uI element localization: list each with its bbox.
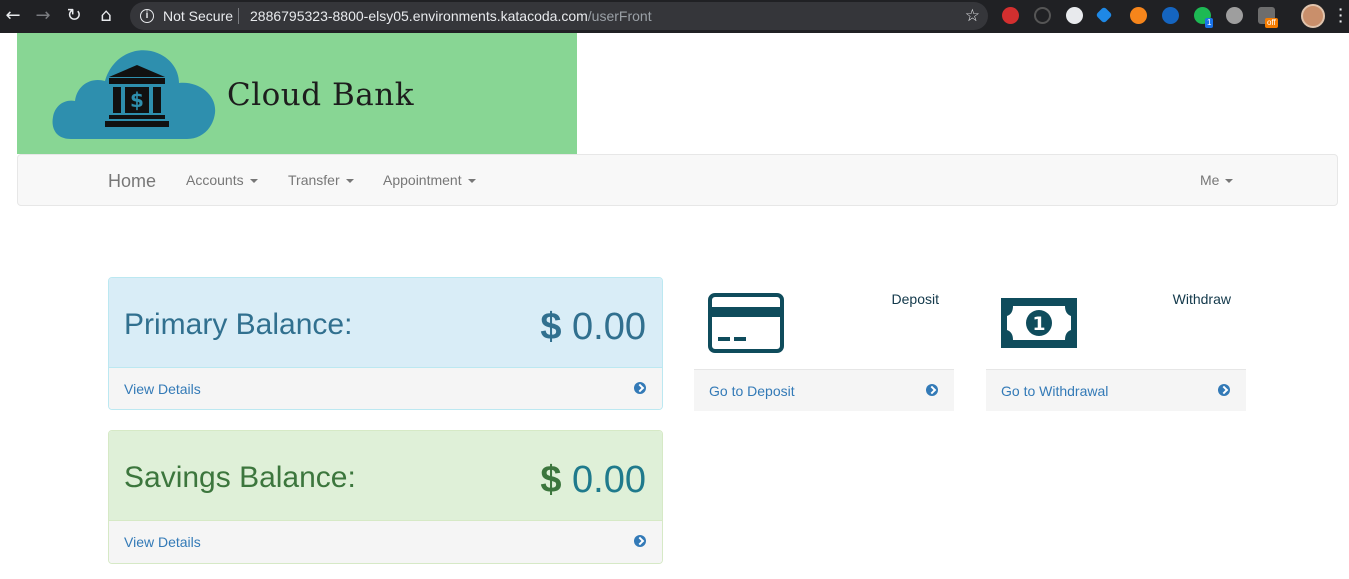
nav-home-link[interactable]: Home xyxy=(108,171,156,192)
withdraw-label: Withdraw xyxy=(1172,291,1231,307)
svg-text:$: $ xyxy=(130,88,144,112)
ethereum-extension-icon[interactable] xyxy=(1066,7,1083,24)
home-icon[interactable]: ⌂ xyxy=(95,5,117,27)
arrow-circle-right-icon[interactable] xyxy=(1218,384,1230,396)
nav-user-dropdown[interactable]: Me xyxy=(1200,172,1234,188)
fox-extension-icon[interactable] xyxy=(1130,7,1147,24)
url-host: 2886795323-8800-elsy05.environments.kata… xyxy=(250,8,588,24)
nav-user-label: Me xyxy=(1200,172,1220,188)
caret-down-icon xyxy=(249,179,258,184)
arrow-circle-right-icon[interactable] xyxy=(634,382,646,394)
diamond-extension-icon[interactable] xyxy=(1095,6,1113,24)
bookmark-star-icon[interactable]: ☆ xyxy=(965,6,980,26)
security-label: Not Secure xyxy=(163,8,234,24)
browser-toolbar: ← → ↻ ⌂ i Not Secure 2886795323-8800-els… xyxy=(0,0,1349,33)
savings-balance-amount: $ 0.00 xyxy=(540,459,646,502)
brand-name[interactable]: Cloud Bank xyxy=(227,77,414,113)
svg-text:1: 1 xyxy=(1032,313,1045,335)
reload-icon[interactable]: ↻ xyxy=(63,5,85,27)
extension-badge-off: off xyxy=(1265,18,1278,28)
go-to-deposit-link[interactable]: Go to Deposit xyxy=(709,383,795,399)
nav-accounts-label: Accounts xyxy=(186,172,244,188)
extension-badge-count: 1 xyxy=(1205,18,1214,28)
forward-arrow-icon[interactable]: → xyxy=(32,5,54,27)
profile-avatar[interactable] xyxy=(1301,4,1325,28)
bank-cloud-logo-icon: $ xyxy=(52,50,216,139)
url-text[interactable]: 2886795323-8800-elsy05.environments.kata… xyxy=(250,8,652,24)
nav-appointment-dropdown[interactable]: Appointment xyxy=(383,172,476,188)
go-to-withdrawal-link[interactable]: Go to Withdrawal xyxy=(1001,383,1108,399)
savings-view-details-link[interactable]: View Details xyxy=(124,534,201,550)
list-extension-icon[interactable] xyxy=(1162,7,1179,24)
savings-balance-footer[interactable]: View Details xyxy=(109,521,662,563)
savings-balance-value: 0.00 xyxy=(572,459,646,501)
primary-balance-header: Primary Balance: $ 0.00 xyxy=(109,278,662,368)
address-bar[interactable]: i Not Secure 2886795323-8800-elsy05.envi… xyxy=(130,2,988,30)
info-icon[interactable]: i xyxy=(140,9,154,23)
savings-balance-panel: Savings Balance: $ 0.00 View Details xyxy=(108,430,663,564)
deposit-label: Deposit xyxy=(891,291,939,307)
main-navbar: Home Accounts Transfer Appointment Me xyxy=(17,154,1338,206)
currency-symbol: $ xyxy=(540,306,562,348)
primary-balance-value: 0.00 xyxy=(572,306,646,348)
credit-card-icon xyxy=(708,293,784,353)
currency-symbol: $ xyxy=(540,459,562,501)
nav-transfer-label: Transfer xyxy=(288,172,340,188)
primary-balance-panel: Primary Balance: $ 0.00 View Details xyxy=(108,277,663,410)
deposit-footer[interactable]: Go to Deposit xyxy=(694,369,954,411)
nav-transfer-dropdown[interactable]: Transfer xyxy=(288,172,354,188)
browser-menu-icon[interactable]: · · · xyxy=(1338,2,1344,28)
header-banner: $ Cloud Bank xyxy=(17,33,577,154)
savings-balance-title: Savings Balance: xyxy=(124,461,356,494)
primary-view-details-link[interactable]: View Details xyxy=(124,381,201,397)
recycle-extension-icon[interactable] xyxy=(1034,7,1051,24)
primary-balance-amount: $ 0.00 xyxy=(540,306,646,349)
withdraw-tile: 1 Withdraw Go to Withdrawal xyxy=(986,277,1246,411)
caret-down-icon xyxy=(467,179,476,184)
caret-down-icon xyxy=(345,179,354,184)
arrow-circle-right-icon[interactable] xyxy=(926,384,938,396)
savings-balance-header: Savings Balance: $ 0.00 xyxy=(109,431,662,521)
withdraw-footer[interactable]: Go to Withdrawal xyxy=(986,369,1246,411)
back-arrow-icon[interactable]: ← xyxy=(2,5,24,27)
url-divider xyxy=(238,8,239,24)
deposit-tile: Deposit Go to Deposit xyxy=(694,277,954,411)
money-bill-icon: 1 xyxy=(1001,298,1077,348)
url-path: /userFront xyxy=(587,8,652,24)
nav-accounts-dropdown[interactable]: Accounts xyxy=(186,172,258,188)
circle-extension-icon[interactable] xyxy=(1226,7,1243,24)
nav-appointment-label: Appointment xyxy=(383,172,462,188)
primary-balance-title: Primary Balance: xyxy=(124,308,353,341)
stop-extension-icon[interactable] xyxy=(1002,7,1019,24)
caret-down-icon xyxy=(1225,179,1234,184)
arrow-circle-right-icon[interactable] xyxy=(634,535,646,547)
primary-balance-footer[interactable]: View Details xyxy=(109,368,662,409)
